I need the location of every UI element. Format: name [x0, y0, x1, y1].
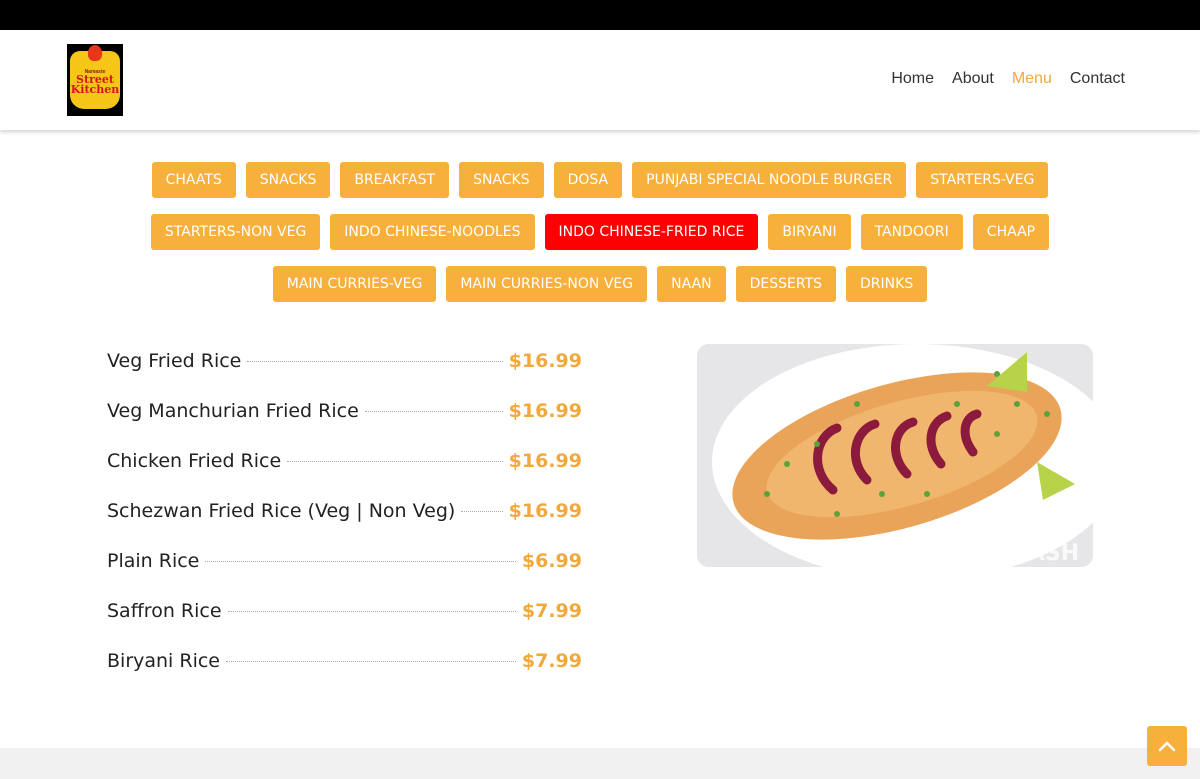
top-bar [0, 0, 1200, 30]
menu-item: Schezwan Fried Rice (Veg | Non Veg) $16.… [107, 486, 582, 536]
menu-item-price: $7.99 [521, 600, 582, 622]
category-button-dosa[interactable]: DOSA [553, 162, 623, 198]
category-button-snacks-2[interactable]: SNACKS [459, 162, 544, 198]
menu-item-name: Chicken Fried Rice [107, 450, 282, 472]
category-button-biryani[interactable]: BIRYANI [768, 214, 851, 250]
dotted-leader [227, 610, 516, 612]
category-button-breakfast[interactable]: BREAKFAST [340, 162, 450, 198]
category-button-main-curries-non-veg[interactable]: MAIN CURRIES-NON VEG [446, 266, 648, 302]
category-row-2: STARTERS-NON VEG INDO CHINESE-NOODLES IN… [0, 214, 1200, 250]
category-button-indo-chinese-noodles[interactable]: INDO CHINESE-NOODLES [330, 214, 535, 250]
nav-menu[interactable]: Menu [1012, 70, 1052, 88]
category-button-desserts[interactable]: DESSERTS [735, 266, 837, 302]
dotted-leader [364, 410, 503, 412]
site-header: Namaste Street Kitchen Home About Menu C… [0, 30, 1200, 130]
back-to-top-button[interactable] [1147, 726, 1187, 766]
menu-item-name: Veg Manchurian Fried Rice [107, 400, 359, 422]
menu-item-price: $16.99 [508, 350, 582, 372]
nav-about[interactable]: About [952, 70, 994, 88]
dotted-leader [247, 360, 503, 362]
category-button-main-curries-veg[interactable]: MAIN CURRIES-VEG [272, 266, 437, 302]
category-button-starters-non-veg[interactable]: STARTERS-NON VEG [150, 214, 321, 250]
menu-item-price: $16.99 [508, 400, 582, 422]
logo-word-kitchen: Kitchen [70, 83, 120, 96]
menu-item-name: Saffron Rice [107, 600, 222, 622]
menu-item-name: Veg Fried Rice [107, 350, 242, 372]
category-button-chaap[interactable]: CHAAP [972, 214, 1050, 250]
category-button-drinks[interactable]: DRINKS [846, 266, 928, 302]
site-logo[interactable]: Namaste Street Kitchen [67, 44, 123, 116]
photo-watermark: DOORDASH [937, 541, 1079, 566]
dish-photo-illustration: DOORDASH [697, 344, 1093, 567]
category-row-1: CHAATS SNACKS BREAKFAST SNACKS DOSA PUNJ… [0, 162, 1200, 198]
category-button-chaats[interactable]: CHAATS [151, 162, 236, 198]
main-nav: Home About Menu Contact [891, 70, 1125, 88]
category-button-naan[interactable]: NAAN [657, 266, 726, 302]
menu-item-price: $16.99 [508, 500, 582, 522]
menu-item-name: Schezwan Fried Rice (Veg | Non Veg) [107, 500, 456, 522]
category-button-tandoori[interactable]: TANDOORI [860, 214, 963, 250]
menu-list: Veg Fried Rice $16.99 Veg Manchurian Fri… [107, 336, 582, 686]
category-button-punjabi-special[interactable]: PUNJABI SPECIAL NOODLE BURGER [632, 162, 907, 198]
dotted-leader [287, 460, 503, 462]
menu-item: Saffron Rice $7.99 [107, 586, 582, 636]
chevron-up-icon [1158, 741, 1176, 752]
menu-item-price: $16.99 [508, 450, 582, 472]
category-button-indo-chinese-fried-rice[interactable]: INDO CHINESE-FRIED RICE [544, 214, 759, 250]
menu-item-name: Biryani Rice [107, 650, 220, 672]
category-button-snacks[interactable]: SNACKS [245, 162, 331, 198]
dish-photo: DOORDASH [697, 344, 1093, 567]
menu-item-price: $6.99 [521, 550, 582, 572]
dotted-leader [226, 660, 516, 662]
flame-icon [88, 45, 102, 61]
menu-item-price: $7.99 [521, 650, 582, 672]
dotted-leader [461, 510, 503, 512]
footer [0, 748, 1200, 779]
menu-item-name: Plain Rice [107, 550, 200, 572]
category-row-3: MAIN CURRIES-VEG MAIN CURRIES-NON VEG NA… [0, 266, 1200, 302]
category-filter: CHAATS SNACKS BREAKFAST SNACKS DOSA PUNJ… [0, 162, 1200, 318]
menu-item: Plain Rice $6.99 [107, 536, 582, 586]
nav-home[interactable]: Home [891, 70, 934, 88]
menu-item: Biryani Rice $7.99 [107, 636, 582, 686]
menu-item: Veg Fried Rice $16.99 [107, 336, 582, 386]
category-button-starters-veg[interactable]: STARTERS-VEG [916, 162, 1049, 198]
logo-badge: Namaste Street Kitchen [70, 45, 120, 109]
nav-contact[interactable]: Contact [1070, 70, 1125, 88]
menu-item: Chicken Fried Rice $16.99 [107, 436, 582, 486]
menu-item: Veg Manchurian Fried Rice $16.99 [107, 386, 582, 436]
dotted-leader [205, 560, 516, 562]
